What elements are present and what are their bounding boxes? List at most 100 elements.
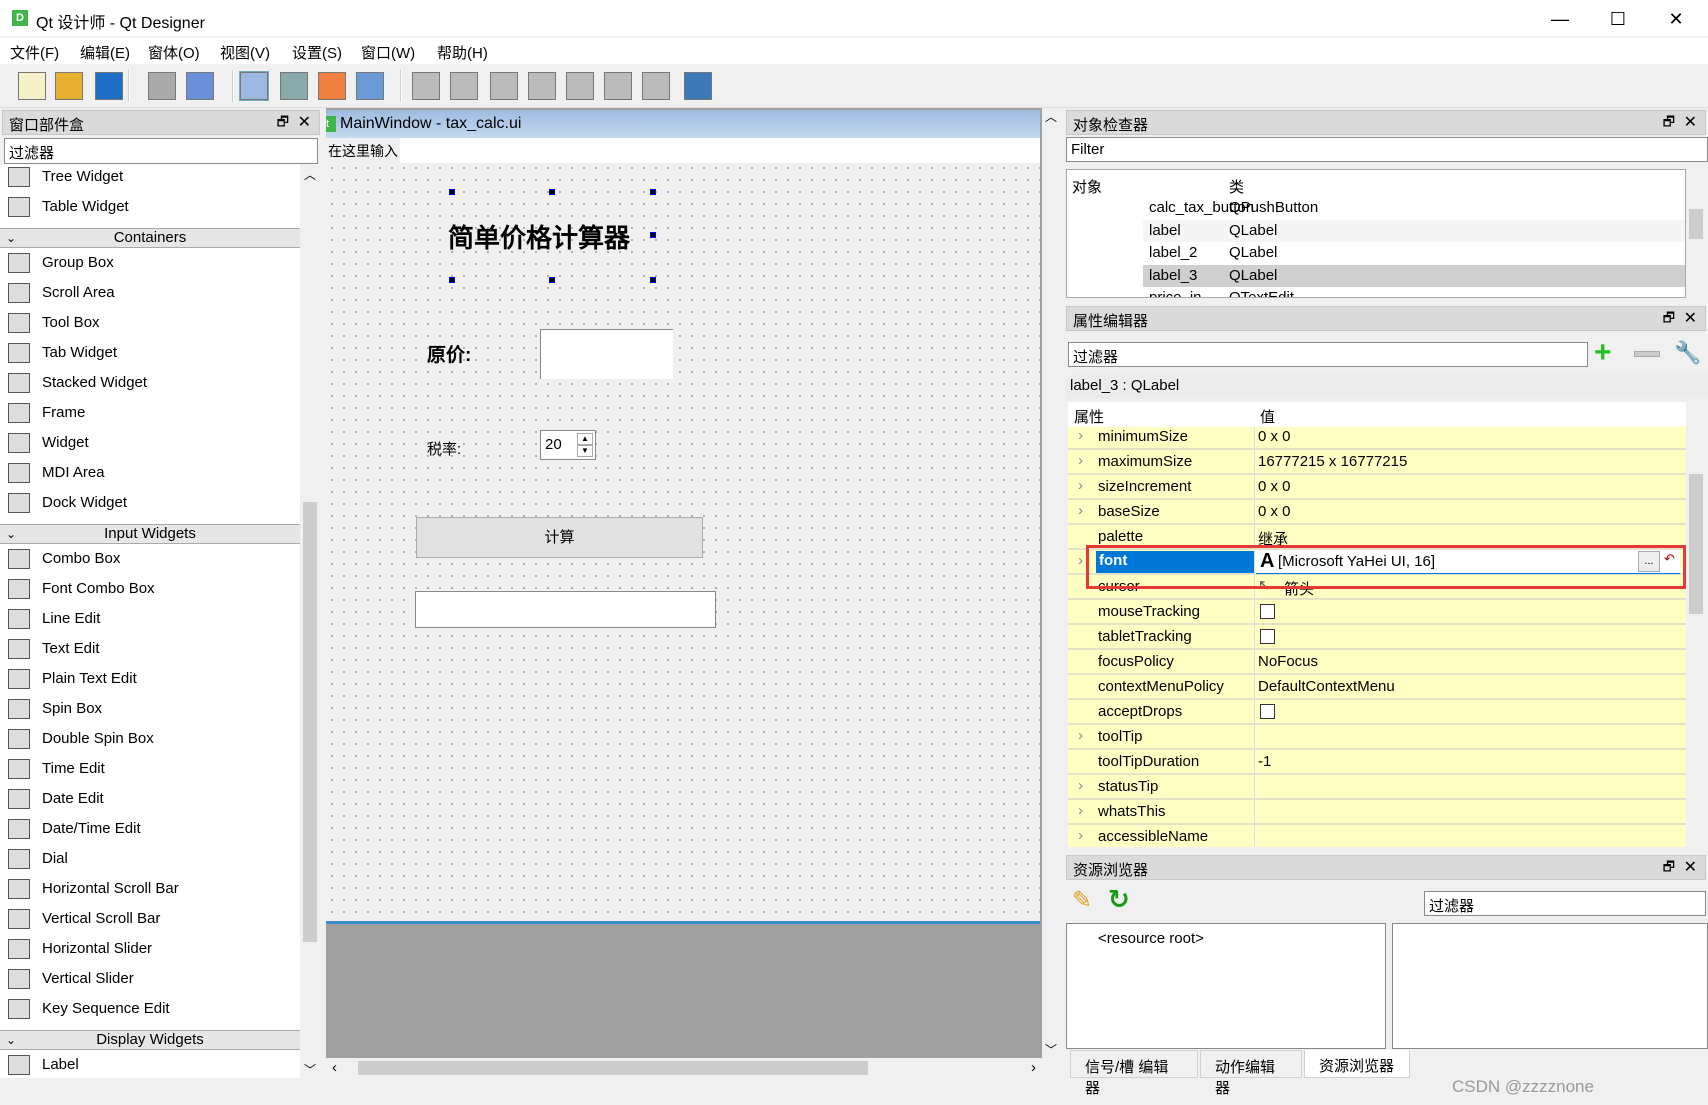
widget-item[interactable]: Key Sequence Edit: [0, 994, 300, 1024]
scroll-up-icon[interactable]: ︿: [1045, 108, 1057, 125]
add-property-icon[interactable]: +: [1594, 338, 1612, 368]
layout-horizontal-splitter-icon[interactable]: [490, 72, 518, 100]
object-filter-input[interactable]: Filter: [1066, 137, 1708, 162]
widget-item[interactable]: Date Edit: [0, 784, 300, 814]
tab-resource-browser[interactable]: 资源浏览器: [1304, 1050, 1410, 1078]
close-button[interactable]: ✕: [1656, 6, 1696, 32]
property-row-baseSize[interactable]: › baseSize 0 x 0: [1068, 500, 1686, 525]
chevron-down-icon[interactable]: ⌄: [6, 525, 16, 543]
widget-item[interactable]: Spin Box: [0, 694, 300, 724]
widget-item[interactable]: Date/Time Edit: [0, 814, 300, 844]
expand-chevron-icon[interactable]: ›: [1078, 477, 1083, 494]
widget-item[interactable]: Table Widget: [0, 192, 300, 222]
property-row-sizeIncrement[interactable]: › sizeIncrement 0 x 0: [1068, 475, 1686, 500]
scroll-thumb[interactable]: [1689, 474, 1703, 614]
menu-item[interactable]: 文件(F): [10, 42, 59, 63]
resize-handle[interactable]: [650, 277, 656, 283]
close-icon[interactable]: ✕: [1684, 857, 1697, 877]
calc-button[interactable]: 计算: [416, 517, 703, 558]
expand-chevron-icon[interactable]: ›: [1078, 427, 1083, 444]
widget-item[interactable]: Double Spin Box: [0, 724, 300, 754]
configure-wrench-icon[interactable]: 🔧: [1674, 340, 1701, 366]
float-icon[interactable]: 🗗: [1663, 113, 1675, 135]
property-checkbox[interactable]: [1260, 704, 1275, 719]
widget-item[interactable]: Text Edit: [0, 634, 300, 664]
price-input[interactable]: [540, 329, 673, 379]
property-row-contextMenuPolicy[interactable]: contextMenuPolicy DefaultContextMenu: [1068, 675, 1686, 700]
widget-item[interactable]: Horizontal Slider: [0, 934, 300, 964]
object-row[interactable]: price_in QTextEdit: [1143, 287, 1685, 297]
maximize-button[interactable]: ☐: [1598, 6, 1638, 32]
edit-signals-slots-icon[interactable]: [280, 72, 308, 100]
resource-root-item[interactable]: <resource root>: [1098, 930, 1204, 947]
new-file-icon[interactable]: [18, 72, 46, 100]
edit-tab-order-icon[interactable]: [356, 72, 384, 100]
heading-label[interactable]: 简单价格计算器: [448, 218, 630, 255]
scroll-down-icon[interactable]: ﹀: [304, 1061, 316, 1078]
property-scrollbar[interactable]: [1686, 402, 1706, 847]
layout-vertical-icon[interactable]: [450, 72, 478, 100]
widget-item[interactable]: Tree Widget: [0, 164, 300, 192]
tab-action-editor[interactable]: 动作编辑器: [1200, 1050, 1302, 1097]
property-row-accessibleName[interactable]: › accessibleName: [1068, 825, 1686, 847]
resize-handle[interactable]: [449, 189, 455, 195]
widget-item[interactable]: Tab Widget: [0, 338, 300, 368]
object-tree-scrollbar[interactable]: [1686, 169, 1706, 298]
widget-section-input-widgets[interactable]: ⌄ Input Widgets: [0, 524, 300, 544]
edit-resources-pencil-icon[interactable]: ✎: [1072, 886, 1092, 915]
spin-down-icon[interactable]: ▼: [577, 445, 593, 457]
chevron-down-icon[interactable]: ⌄: [6, 1031, 16, 1049]
widget-filter-input[interactable]: 过滤器: [4, 138, 318, 164]
menu-placeholder[interactable]: 在这里输入: [326, 138, 400, 163]
remove-property-icon[interactable]: [1634, 351, 1660, 357]
property-row-toolTip[interactable]: › toolTip: [1068, 725, 1686, 750]
object-row[interactable]: label_2 QLabel: [1143, 242, 1685, 264]
scroll-up-icon[interactable]: ︿: [304, 166, 316, 183]
mdi-vertical-scrollbar[interactable]: ︿ ﹀: [1042, 108, 1060, 1058]
resource-filter-input[interactable]: 过滤器: [1424, 891, 1706, 916]
widget-item[interactable]: Widget: [0, 428, 300, 458]
edit-buddies-icon[interactable]: [318, 72, 346, 100]
widget-section-display-widgets[interactable]: ⌄ Display Widgets: [0, 1030, 300, 1050]
menu-item[interactable]: 设置(S): [292, 42, 342, 63]
expand-chevron-icon[interactable]: ›: [1078, 827, 1083, 844]
widget-item[interactable]: Vertical Scroll Bar: [0, 904, 300, 934]
scroll-left-icon[interactable]: ‹: [332, 1059, 337, 1076]
menu-item[interactable]: 窗体(O): [148, 42, 200, 63]
widget-item[interactable]: Vertical Slider: [0, 964, 300, 994]
expand-chevron-icon[interactable]: ›: [1078, 727, 1083, 744]
float-icon[interactable]: 🗗: [277, 113, 289, 135]
scroll-right-icon[interactable]: ›: [1031, 1059, 1036, 1076]
widget-item[interactable]: Combo Box: [0, 544, 300, 574]
expand-chevron-icon[interactable]: ›: [1078, 802, 1083, 819]
property-row-maximumSize[interactable]: › maximumSize 16777215 x 16777215: [1068, 450, 1686, 475]
property-row-mouseTracking[interactable]: mouseTracking: [1068, 600, 1686, 625]
float-icon[interactable]: 🗗: [1663, 309, 1675, 331]
widget-item[interactable]: Time Edit: [0, 754, 300, 784]
expand-chevron-icon[interactable]: ›: [1078, 552, 1083, 569]
float-icon[interactable]: 🗗: [1663, 858, 1675, 880]
expand-chevron-icon[interactable]: ›: [1078, 502, 1083, 519]
mdi-horizontal-scrollbar[interactable]: ‹ ›: [326, 1058, 1042, 1078]
widget-item[interactable]: Stacked Widget: [0, 368, 300, 398]
close-icon[interactable]: ✕: [1684, 112, 1697, 132]
property-row-statusTip[interactable]: › statusTip: [1068, 775, 1686, 800]
widget-item[interactable]: Plain Text Edit: [0, 664, 300, 694]
chevron-down-icon[interactable]: ⌄: [6, 229, 16, 247]
widget-item[interactable]: Horizontal Scroll Bar: [0, 874, 300, 904]
layout-grid-icon[interactable]: [566, 72, 594, 100]
widget-item[interactable]: Tool Box: [0, 308, 300, 338]
property-row-tabletTracking[interactable]: tabletTracking: [1068, 625, 1686, 650]
widget-item[interactable]: Frame: [0, 398, 300, 428]
widget-item[interactable]: Line Edit: [0, 604, 300, 634]
object-row[interactable]: calc_tax_button QPushButton: [1143, 197, 1685, 219]
menu-item[interactable]: 视图(V): [220, 42, 270, 63]
widget-item[interactable]: Dial: [0, 844, 300, 874]
spin-up-icon[interactable]: ▲: [577, 433, 593, 445]
result-text-edit[interactable]: [415, 591, 716, 628]
layout-vertical-splitter-icon[interactable]: [528, 72, 556, 100]
close-icon[interactable]: ✕: [298, 112, 311, 132]
expand-chevron-icon[interactable]: ›: [1078, 777, 1083, 794]
scroll-down-icon[interactable]: ﹀: [1045, 1041, 1057, 1058]
layout-horizontal-icon[interactable]: [412, 72, 440, 100]
